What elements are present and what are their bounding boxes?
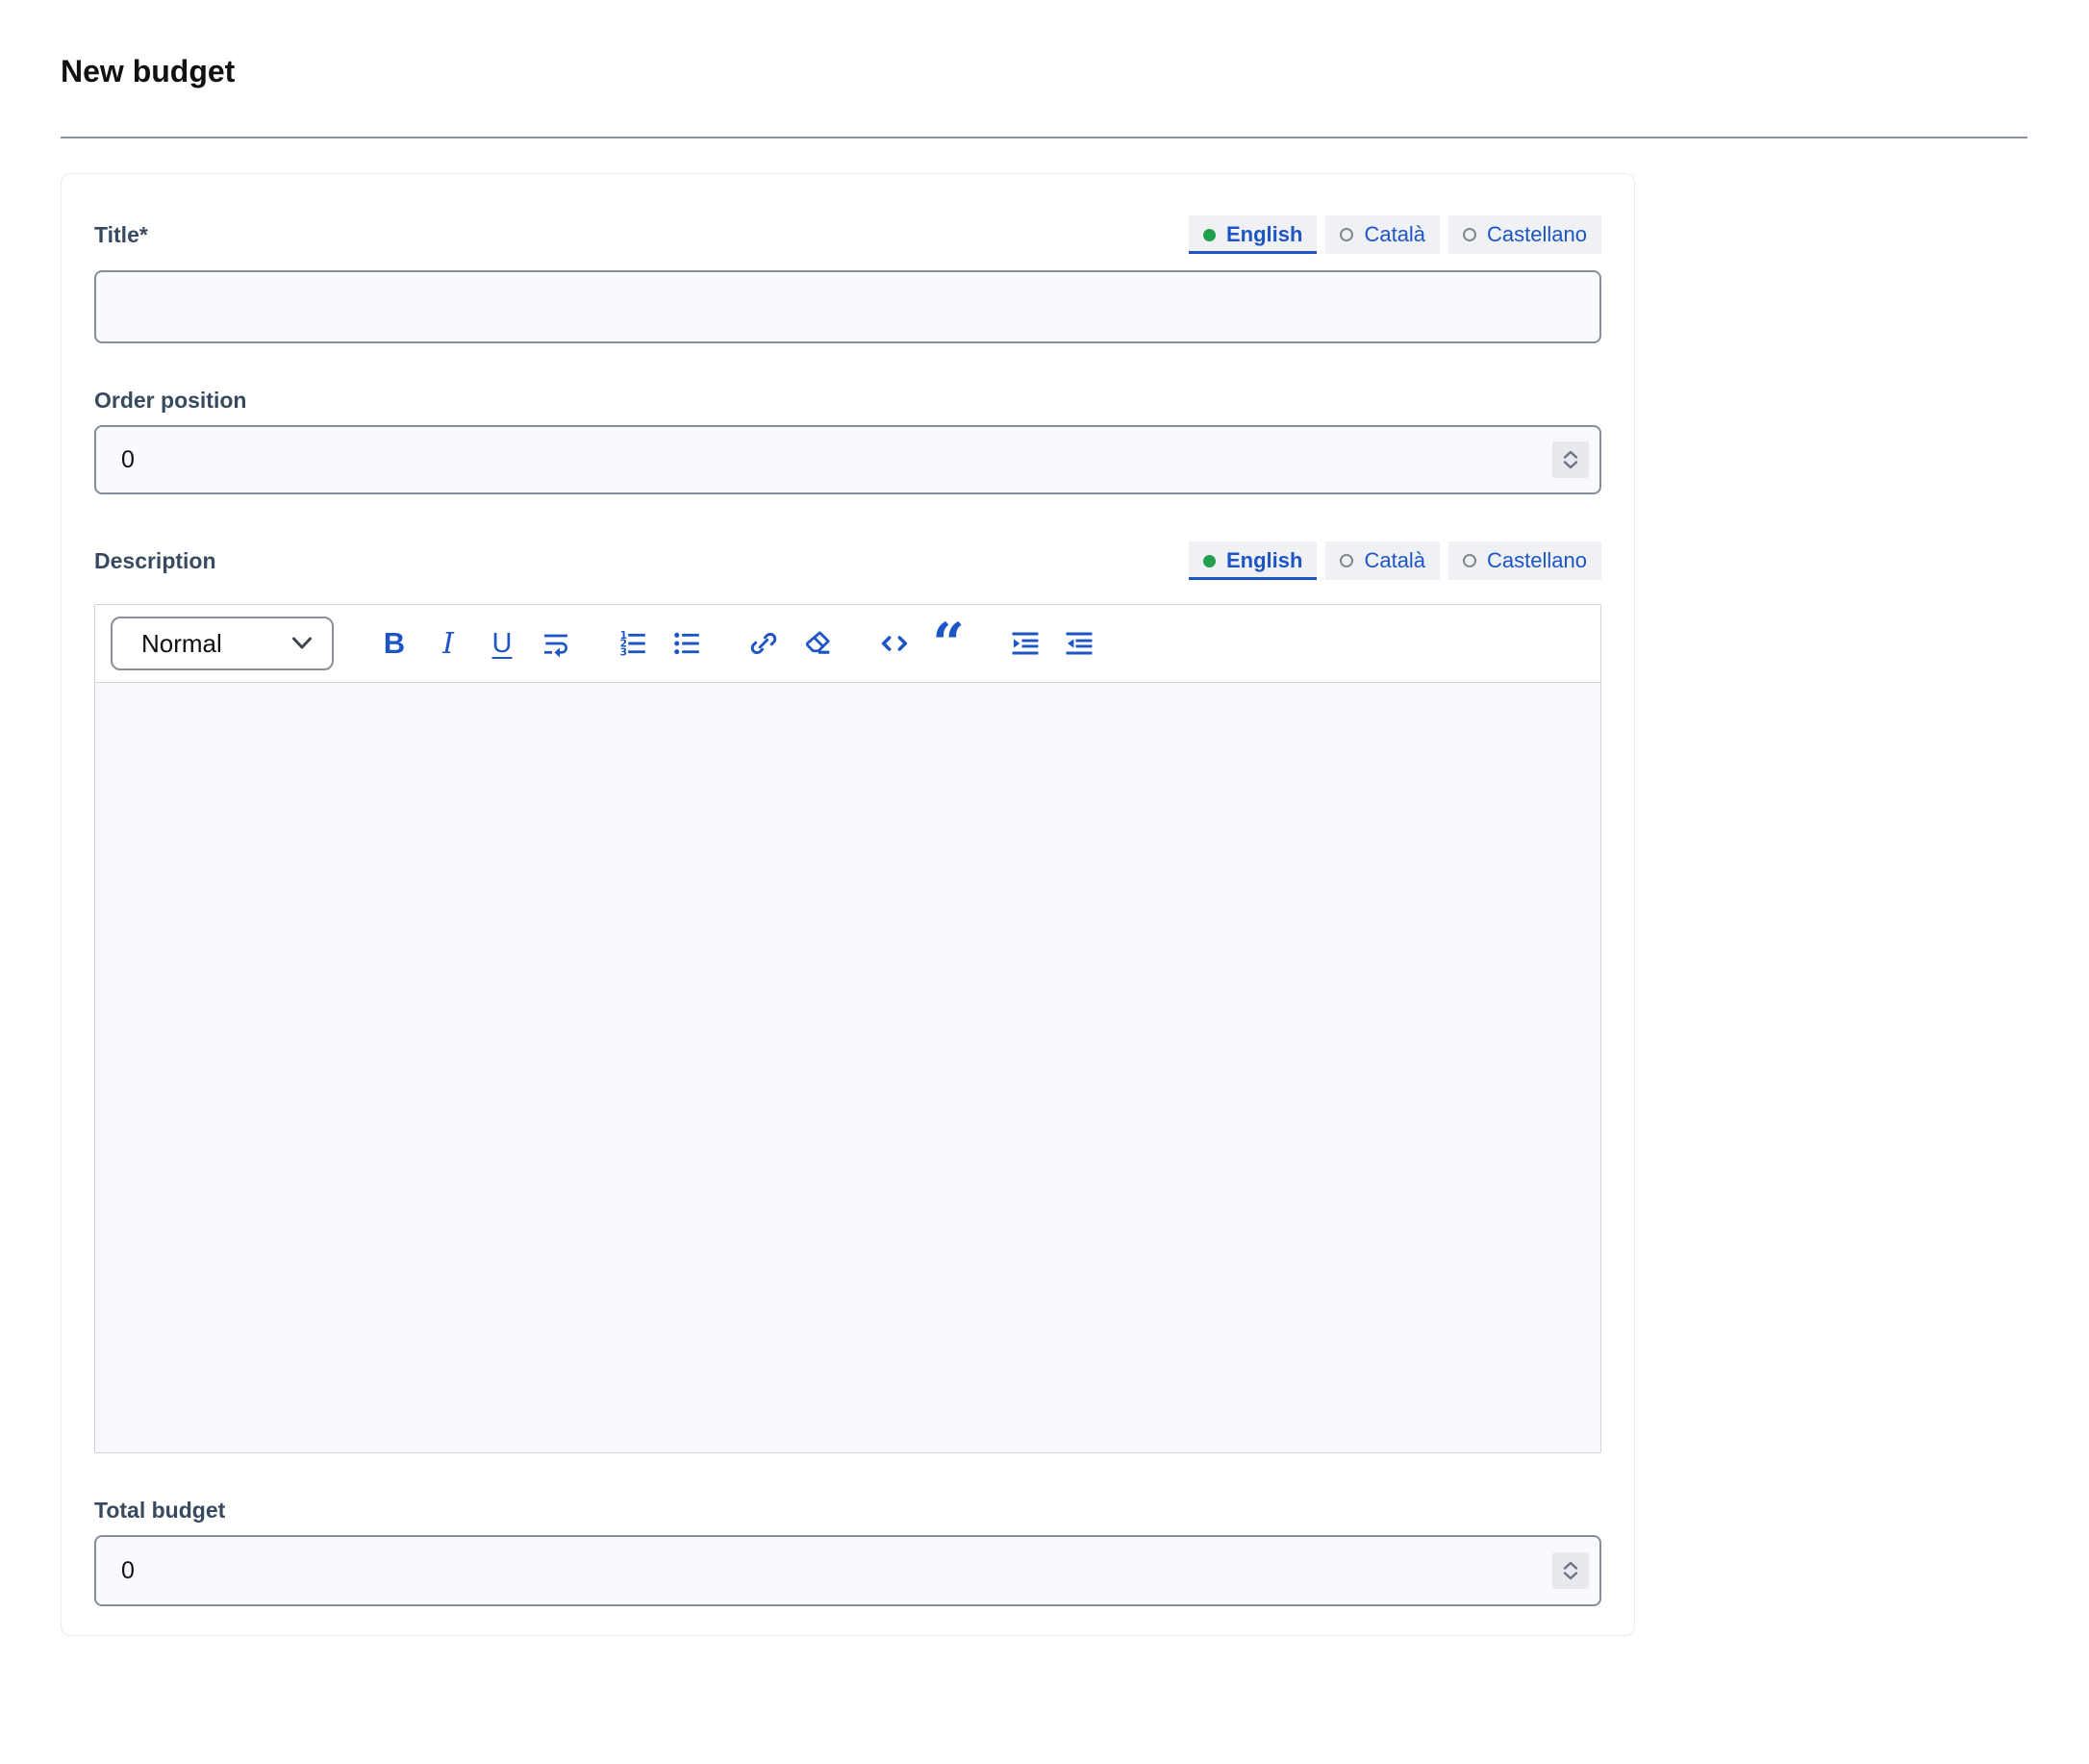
page-title: New budget (61, 50, 2089, 92)
order-position-input-wrap (94, 425, 1601, 494)
language-tab-castellano[interactable]: Castellano (1448, 542, 1601, 580)
selected-language-dot-icon (1203, 229, 1216, 241)
language-tab-label: Català (1364, 224, 1425, 245)
language-tab-catala[interactable]: Català (1325, 215, 1440, 254)
bold-button[interactable]: B (374, 621, 415, 666)
chevron-up-icon (1563, 1561, 1578, 1570)
ordered-list-button[interactable]: 1 2 3 (613, 621, 653, 666)
order-position-stepper[interactable] (1552, 441, 1589, 478)
description-editor-content[interactable] (95, 682, 1600, 1452)
svg-text:3: 3 (620, 646, 627, 659)
total-budget-field: Total budget (94, 1498, 1601, 1606)
unselected-language-ring-icon (1340, 228, 1353, 241)
language-tab-label: Català (1364, 550, 1425, 571)
unselected-language-ring-icon (1340, 554, 1353, 567)
selected-language-dot-icon (1203, 555, 1216, 567)
title-field: Title* English Català Castellano (94, 213, 1601, 343)
unordered-list-button[interactable] (667, 621, 707, 666)
eraser-button[interactable] (797, 621, 838, 666)
italic-icon: I (442, 627, 454, 661)
link-icon (748, 628, 779, 659)
language-tab-label: Castellano (1487, 550, 1587, 571)
editor-toolbar: Normal B I U (95, 605, 1600, 682)
indent-increase-button[interactable] (1005, 621, 1045, 666)
paragraph-style-value: Normal (141, 629, 222, 659)
underline-icon: U (492, 628, 513, 660)
description-field: Description English Català Castellano (94, 539, 1601, 1453)
description-field-head: Description English Català Castellano (94, 539, 1601, 583)
double-quotes-icon: “ (932, 639, 964, 666)
total-budget-input[interactable] (94, 1535, 1601, 1606)
language-tab-castellano[interactable]: Castellano (1448, 215, 1601, 254)
italic-button[interactable]: I (428, 621, 468, 666)
editor-tools: B I U (374, 621, 1113, 666)
paragraph-style-select[interactable]: Normal (111, 617, 334, 670)
new-budget-page: New budget Title* English Català (0, 0, 2089, 1764)
chevron-up-icon (1563, 450, 1578, 459)
new-budget-form: Title* English Català Castellano (61, 173, 1635, 1636)
unselected-language-ring-icon (1463, 554, 1476, 567)
title-input[interactable] (94, 270, 1601, 343)
title-divider (61, 137, 2027, 139)
language-tab-english[interactable]: English (1189, 215, 1317, 254)
code-view-button[interactable] (874, 621, 915, 666)
eraser-icon (802, 628, 833, 659)
description-language-tabs: English Català Castellano (1189, 542, 1601, 580)
total-budget-stepper[interactable] (1552, 1552, 1589, 1589)
ordered-list-icon: 1 2 3 (617, 628, 648, 659)
language-tab-label: English (1226, 550, 1302, 571)
indent-increase-icon (1010, 628, 1041, 659)
language-tab-catala[interactable]: Català (1325, 542, 1440, 580)
title-label: Title* (94, 222, 148, 248)
text-wrap-icon (541, 628, 571, 659)
total-budget-label: Total budget (94, 1498, 1601, 1524)
text-wrap-button[interactable] (536, 621, 576, 666)
double-quotes-button[interactable]: “ (928, 621, 969, 666)
order-position-field: Order position (94, 388, 1601, 494)
bold-icon: B (384, 626, 405, 661)
unordered-list-icon (671, 628, 702, 659)
language-tab-label: Castellano (1487, 224, 1587, 245)
underline-button[interactable]: U (482, 621, 522, 666)
total-budget-input-wrap (94, 1535, 1601, 1606)
indent-decrease-button[interactable] (1059, 621, 1099, 666)
chevron-down-icon (1563, 461, 1578, 469)
code-view-icon (879, 628, 910, 659)
chevron-down-icon (1563, 1572, 1578, 1580)
title-language-tabs: English Català Castellano (1189, 215, 1601, 254)
link-button[interactable] (743, 621, 784, 666)
description-label: Description (94, 548, 216, 574)
unselected-language-ring-icon (1463, 228, 1476, 241)
order-position-label: Order position (94, 388, 1601, 414)
title-field-head: Title* English Català Castellano (94, 213, 1601, 257)
order-position-input[interactable] (94, 425, 1601, 494)
language-tab-label: English (1226, 224, 1302, 245)
language-tab-english[interactable]: English (1189, 542, 1317, 580)
rich-text-editor: Normal B I U (94, 604, 1601, 1453)
chevron-down-icon (291, 637, 313, 650)
indent-decrease-icon (1064, 628, 1095, 659)
